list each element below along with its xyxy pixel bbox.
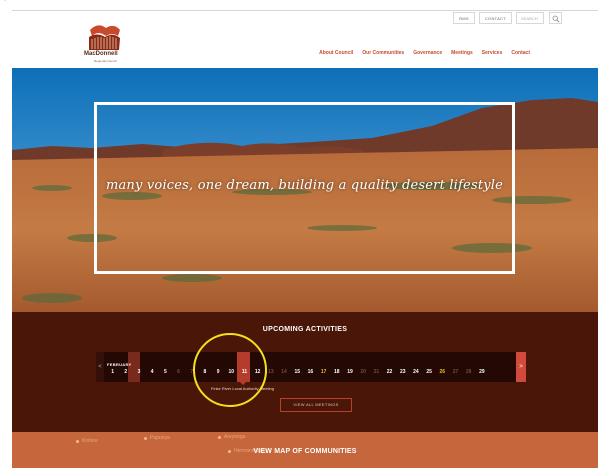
logo-title: MacDonnell [84,51,118,57]
calendar-day[interactable]: 25 [423,368,436,377]
search-input[interactable]: SEARCH [516,12,544,24]
upcoming-activities-section: UPCOMING ACTIVITIES < FEBRUARY 123456789… [12,312,598,432]
calendar-day[interactable]: 6 [172,368,185,377]
map-location[interactable]: Kintore [82,438,98,444]
calendar-day[interactable]: 24 [409,368,422,377]
main-nav: About Council Our Communities Governance… [319,50,530,56]
nav-our-communities[interactable]: Our Communities [362,50,404,56]
calendar-day[interactable]: 17 [317,368,330,377]
calendar-month: FEBRUARY [107,362,132,367]
logo-subtitle: Regional Council [94,59,117,63]
search-icon [552,15,560,23]
header-divider [12,10,598,11]
hero-tagline: many voices, one dream, building a quali… [105,178,504,193]
calendar-day[interactable]: 28 [462,368,475,377]
calendar-day[interactable]: 22 [383,368,396,377]
nav-about-council[interactable]: About Council [319,50,353,56]
calendar-days: 1 2 3 4 5 6 7 8 9 10 11 12 13 14 15 16 17 18 19 20 21 22 23 24 2… [106,368,488,377]
map-marker-icon [218,436,221,439]
calendar-day[interactable]: 29 [475,368,488,377]
calendar-day[interactable]: 20 [357,368,370,377]
map-location[interactable]: Papunya [150,435,170,441]
nav-contact[interactable]: Contact [511,50,530,56]
corner-mark: - [4,0,6,4]
nav-meetings[interactable]: Meetings [451,50,473,56]
calendar-day[interactable]: 27 [449,368,462,377]
calendar-day[interactable]: 15 [291,368,304,377]
utility-links: RMS CONTACT SEARCH [453,12,544,24]
calendar-day[interactable]: 14 [277,368,290,377]
calendar-day[interactable]: 2 [119,368,132,377]
calendar-day[interactable]: 19 [343,368,356,377]
calendar-day[interactable]: 4 [146,368,159,377]
map-marker-icon [144,437,147,440]
calendar-day[interactable]: 21 [370,368,383,377]
calendar-day[interactable]: 23 [396,368,409,377]
calendar-highlight [128,352,140,382]
map-location[interactable]: Areyonga [224,434,245,440]
calendar-day[interactable]: 3 [132,368,145,377]
hero-banner: many voices, one dream, building a quali… [12,68,598,312]
contact-link[interactable]: CONTACT [478,12,512,24]
calendar-day[interactable]: 1 [106,368,119,377]
section-title: UPCOMING ACTIVITIES [262,326,348,333]
rms-link[interactable]: RMS [453,12,475,24]
communities-map[interactable]: Kintore Papunya Areyonga Hermannsburg VI… [12,432,598,468]
calendar-day[interactable]: 5 [159,368,172,377]
nav-governance[interactable]: Governance [413,50,442,56]
calendar-day[interactable]: 18 [330,368,343,377]
view-map-link[interactable]: VIEW MAP OF COMMUNITIES [12,448,598,455]
search-button[interactable] [549,12,562,24]
calendar-day[interactable]: 26 [436,368,449,377]
annotation-circle [193,333,267,407]
next-arrow-icon[interactable]: > [516,352,526,382]
prev-arrow-icon[interactable]: < [96,352,104,382]
view-all-meetings-button[interactable]: VIEW ALL MEETINGS [280,398,352,412]
calendar-strip: < FEBRUARY 1 2 3 4 5 6 7 8 9 10 11 12 13 14 15 16 17 18 19… [96,352,526,391]
map-marker-icon [76,440,79,443]
nav-services[interactable]: Services [482,50,503,56]
calendar-day[interactable]: 16 [304,368,317,377]
